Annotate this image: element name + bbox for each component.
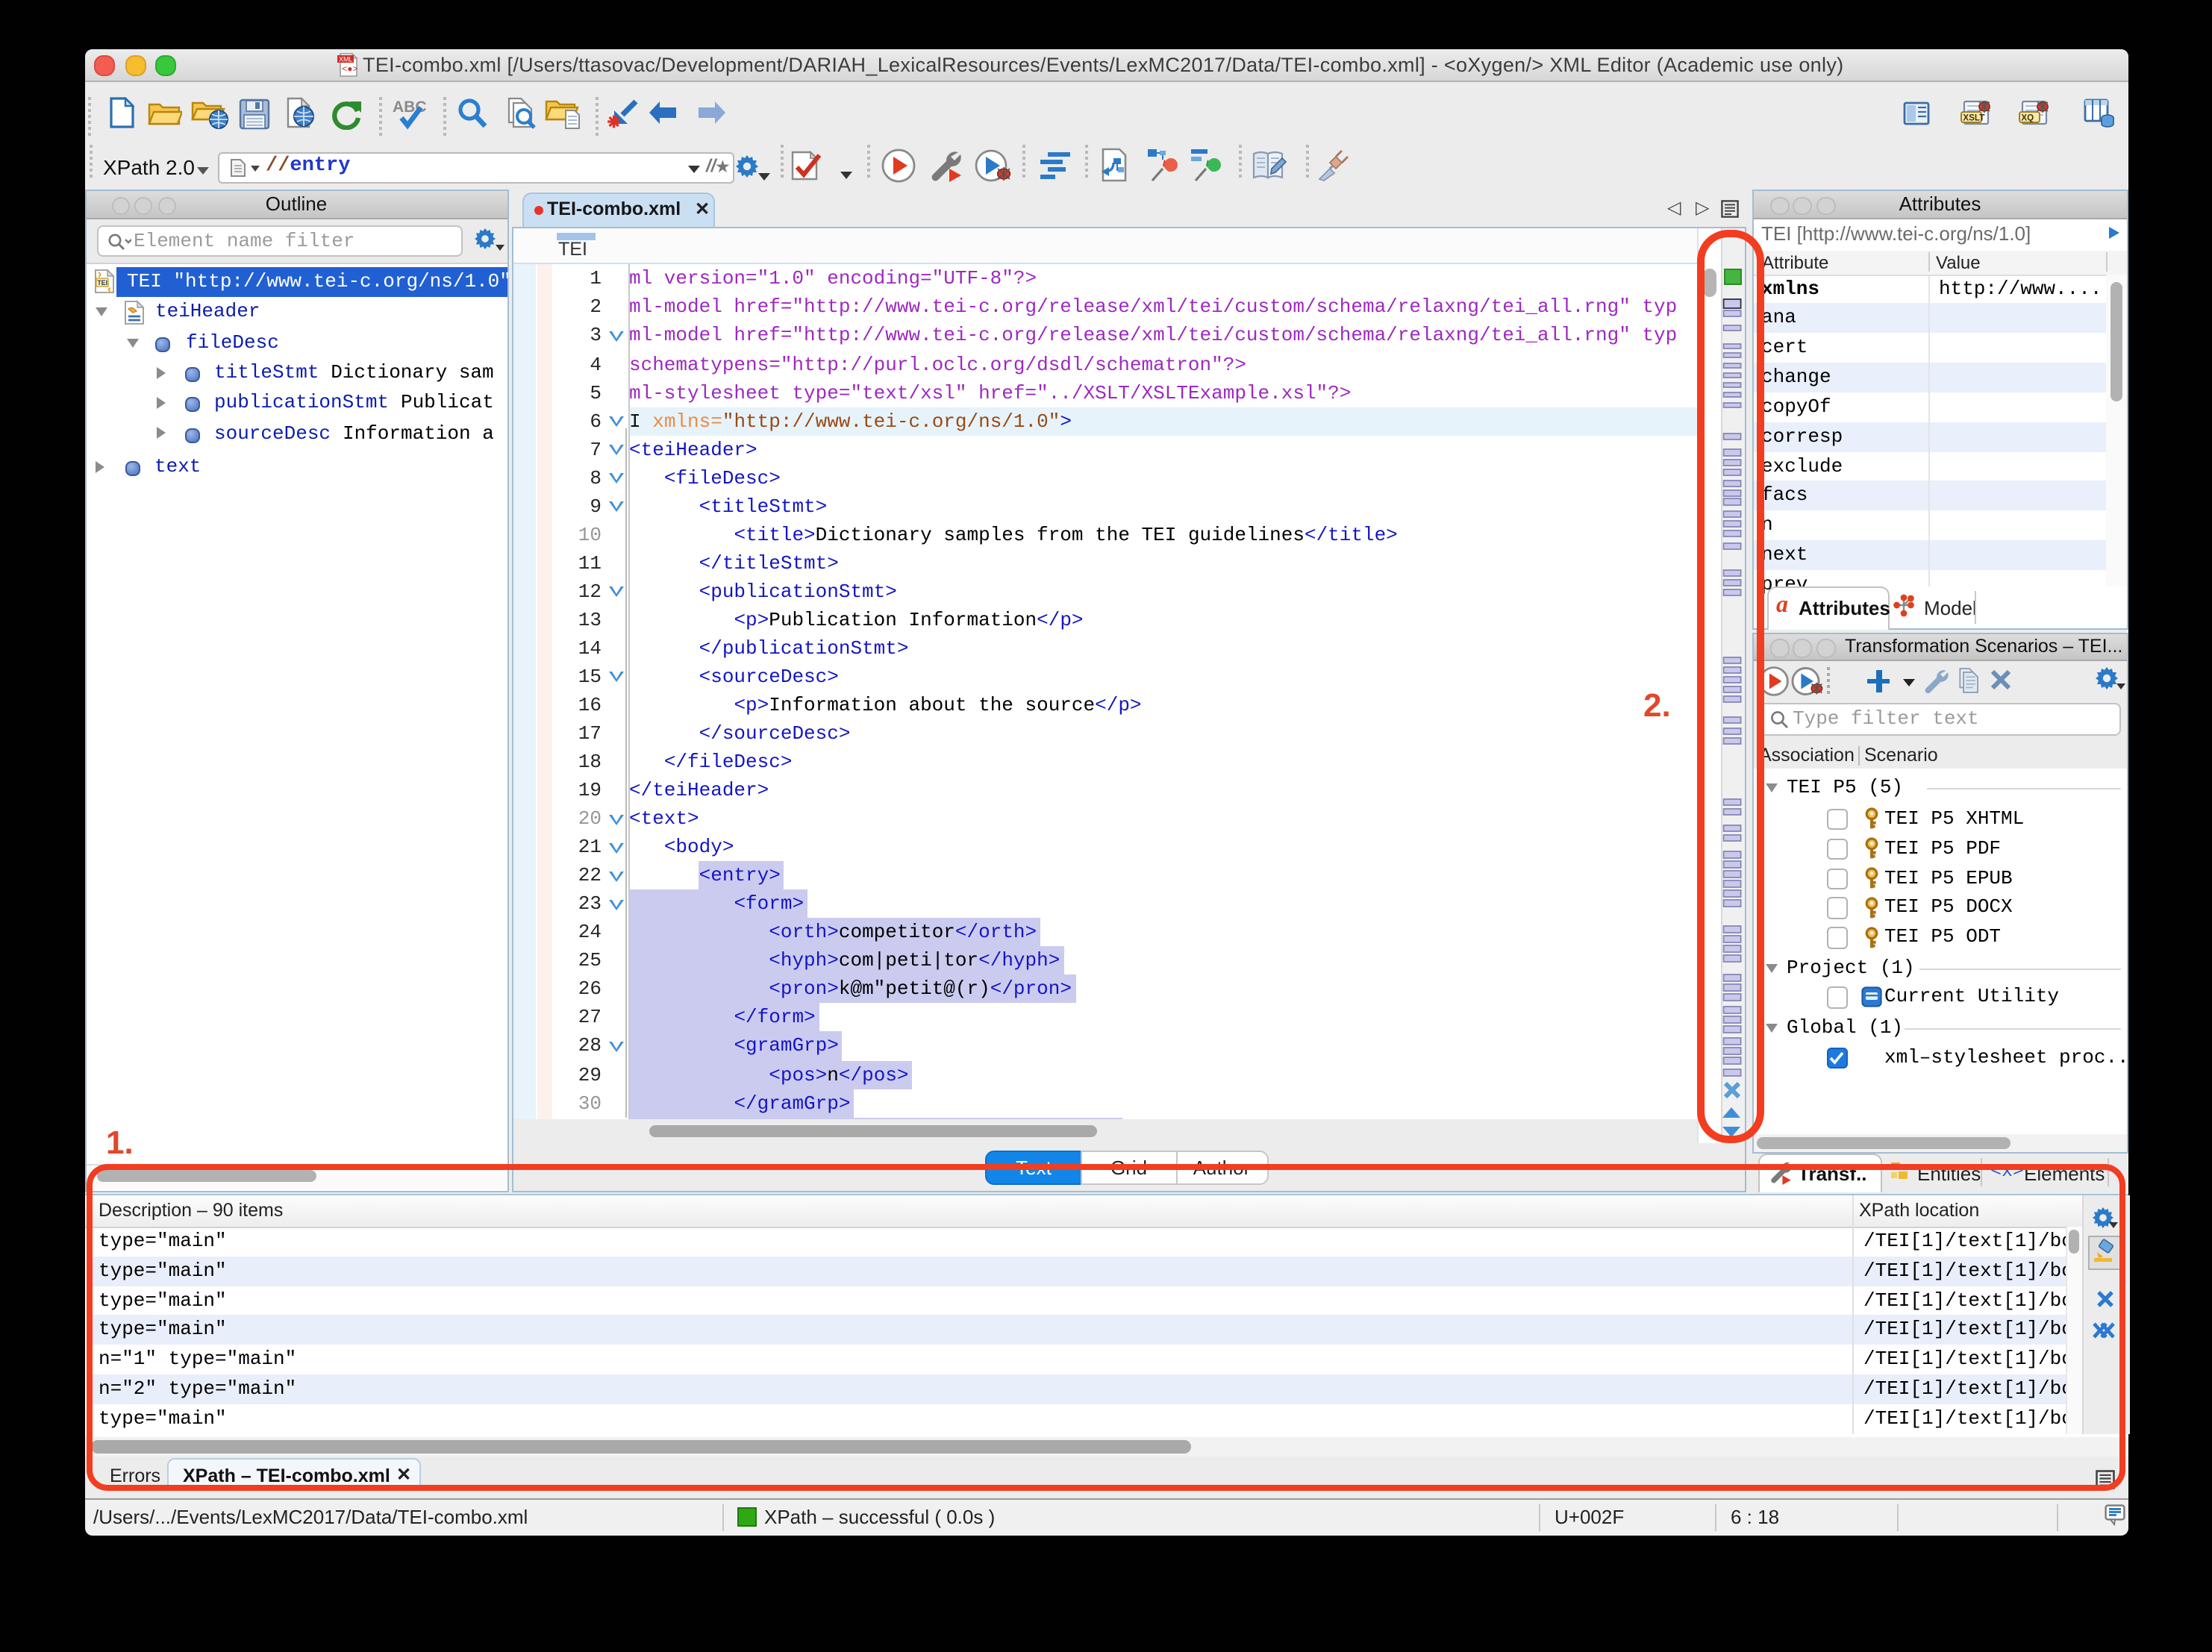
svg-text:XML: XML (339, 55, 353, 63)
svg-text:TEI: TEI (96, 279, 107, 287)
svg-text:<●>: <●> (342, 64, 358, 75)
